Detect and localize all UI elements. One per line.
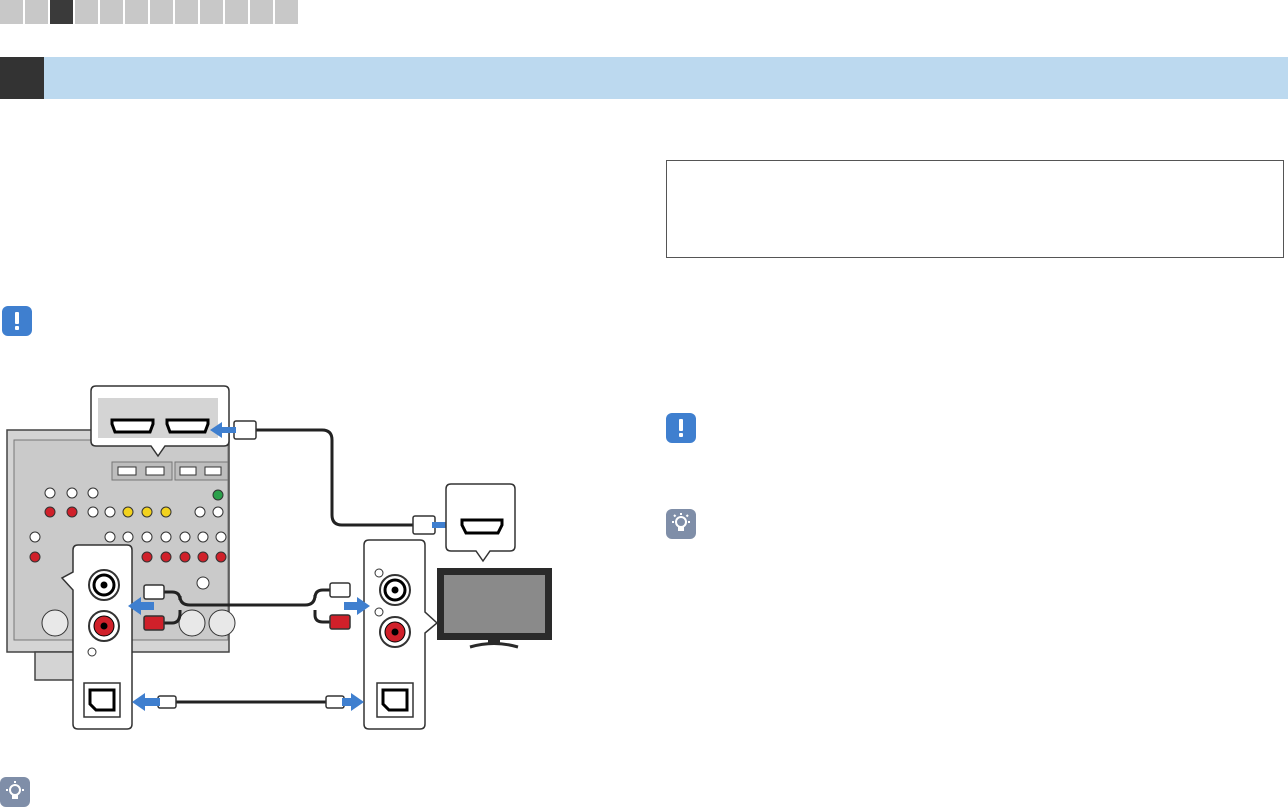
nav-cell[interactable] xyxy=(125,0,148,24)
note-box xyxy=(666,160,1284,258)
section-header-bar xyxy=(0,57,1288,99)
optical-cable xyxy=(132,693,364,711)
lightbulb-hint-icon xyxy=(666,509,696,539)
nav-cell[interactable] xyxy=(75,0,98,24)
exclamation-caution-icon xyxy=(666,413,696,443)
nav-cell[interactable] xyxy=(150,0,173,24)
page-nav-strip xyxy=(0,0,300,24)
nav-cell[interactable] xyxy=(0,0,23,24)
exclamation-caution-icon xyxy=(2,306,32,336)
nav-cell[interactable] xyxy=(100,0,123,24)
tv-hdmi-callout xyxy=(445,483,516,563)
nav-cell[interactable] xyxy=(225,0,248,24)
nav-cell-active[interactable] xyxy=(50,0,73,24)
receiver-hdmi-callout xyxy=(90,385,230,458)
tv-audio-callout xyxy=(363,539,439,730)
hdmi-cable xyxy=(210,420,458,535)
nav-cell[interactable] xyxy=(250,0,273,24)
connection-diagram xyxy=(6,385,552,730)
nav-cell[interactable] xyxy=(25,0,48,24)
lightbulb-hint-icon xyxy=(0,777,30,807)
nav-cell[interactable] xyxy=(200,0,223,24)
receiver-audio-callout xyxy=(60,544,133,730)
nav-cell[interactable] xyxy=(175,0,198,24)
nav-cell[interactable] xyxy=(275,0,298,24)
tv-illustration xyxy=(437,568,552,649)
section-number-block xyxy=(0,57,44,99)
